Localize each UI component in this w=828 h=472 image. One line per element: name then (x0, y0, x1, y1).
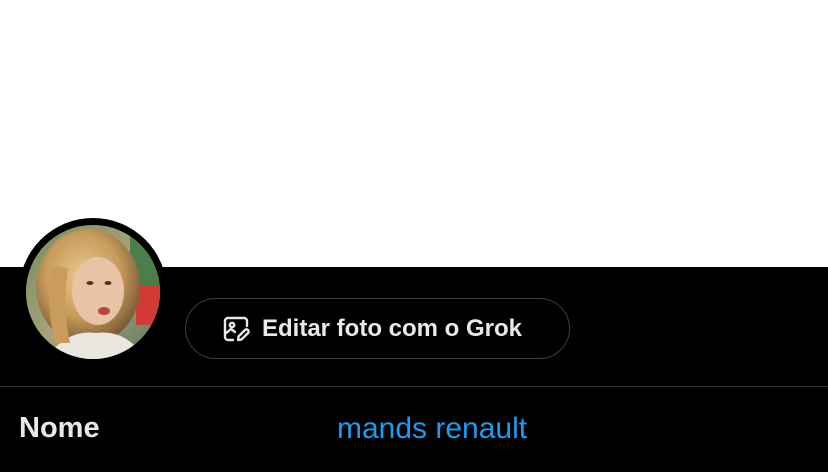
name-field-input[interactable]: mands renault (337, 412, 527, 446)
edit-photo-with-grok-label: Editar foto com o Grok (262, 314, 523, 342)
edit-profile-screen: Editar foto com o Grok Nome mands renaul… (0, 0, 828, 472)
avatar[interactable] (26, 225, 160, 359)
edit-photo-with-grok-button[interactable]: Editar foto com o Grok (185, 298, 570, 359)
avatar-photo (26, 225, 160, 359)
image-edit-icon (220, 313, 252, 345)
name-field-label: Nome (19, 412, 100, 444)
divider (0, 386, 828, 387)
